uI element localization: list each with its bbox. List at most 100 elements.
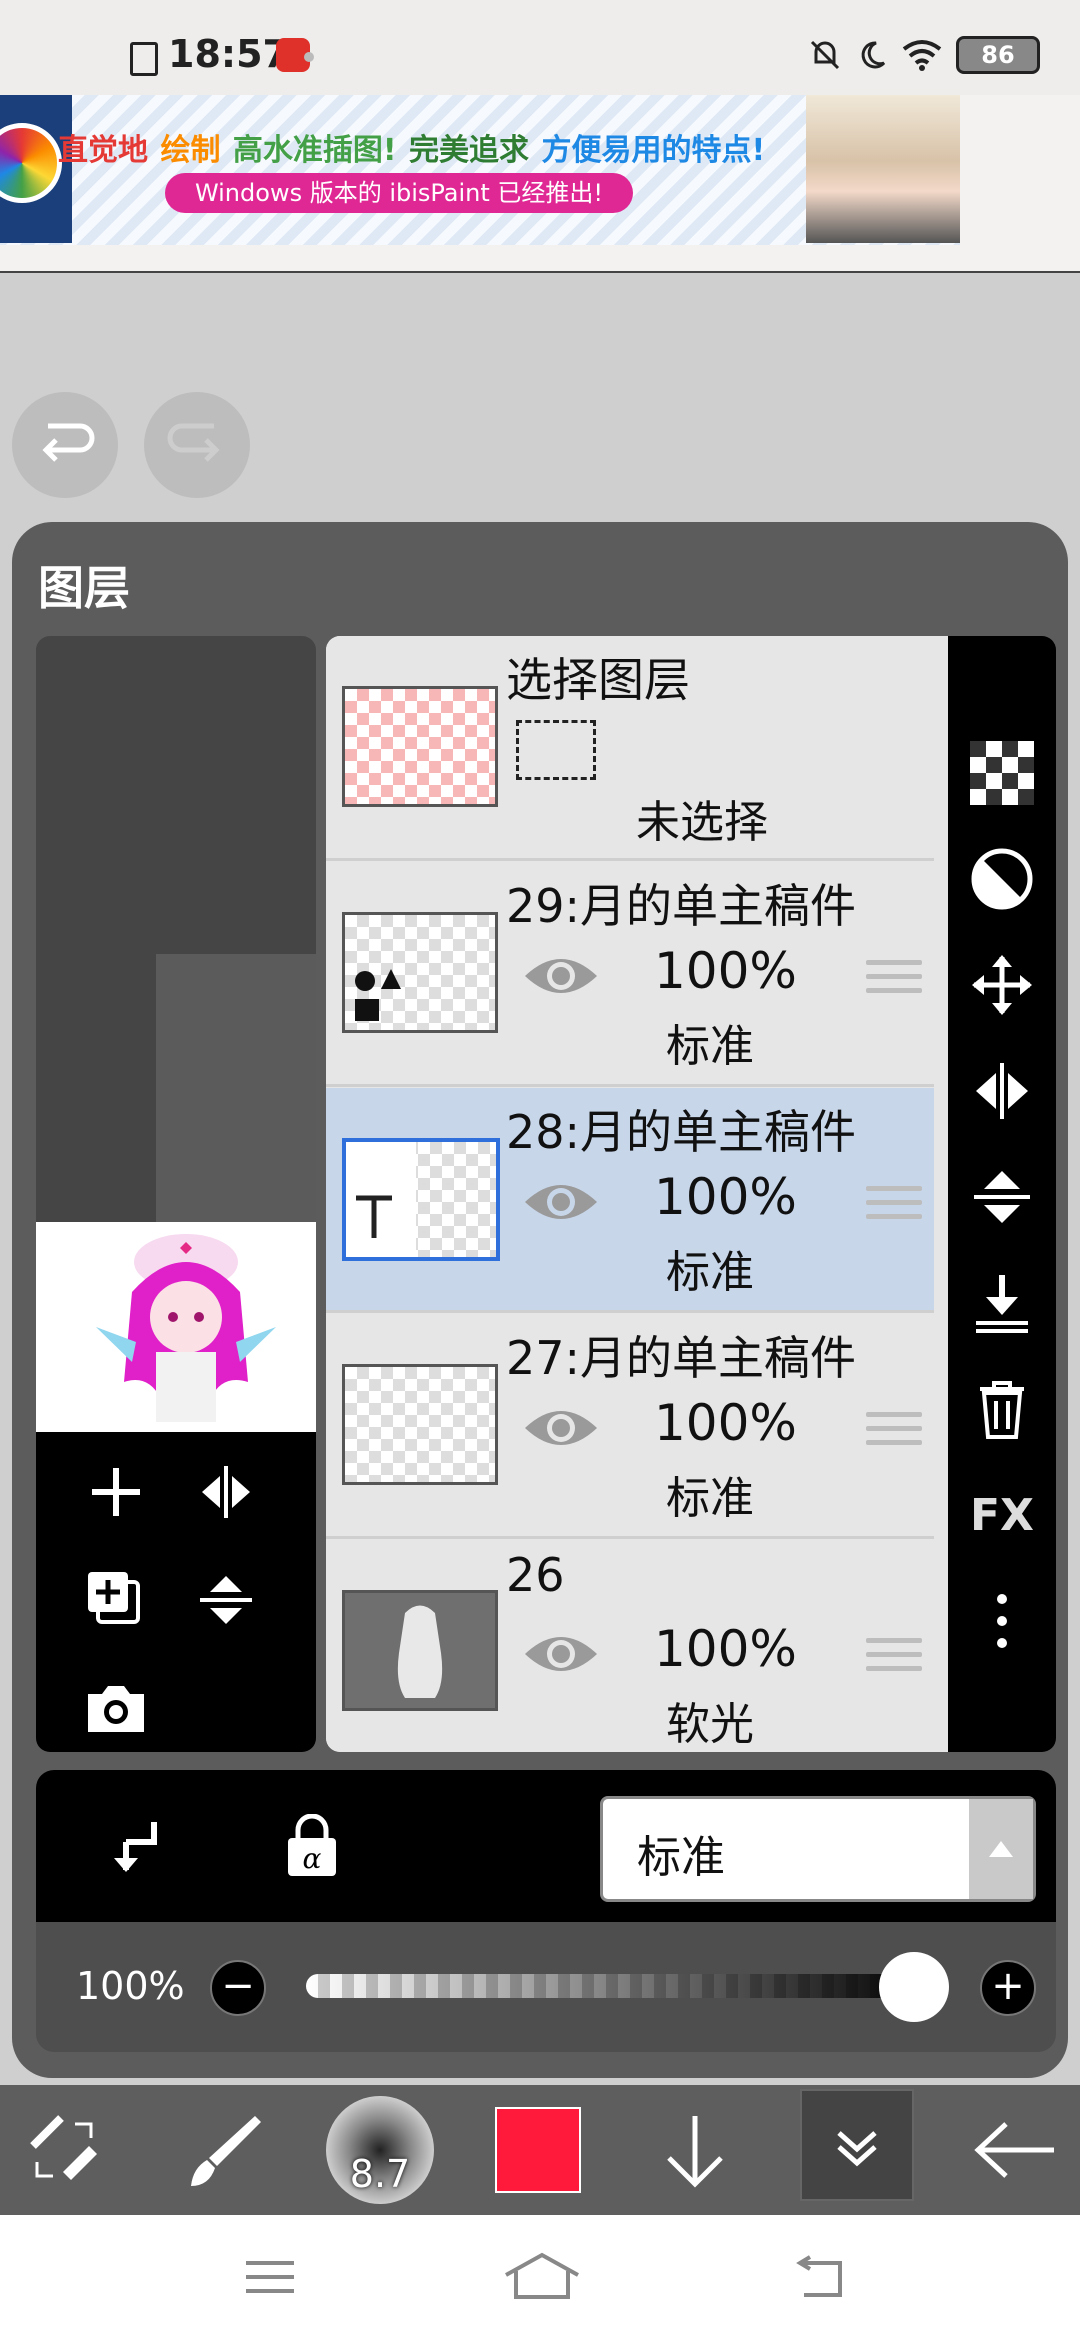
opacity-slider-knob[interactable]: [879, 1952, 949, 2022]
brush-size-button[interactable]: 8.7: [320, 2085, 440, 2215]
wifi-icon: [902, 40, 942, 71]
notification-dot-icon: [304, 52, 314, 62]
opacity-slider[interactable]: [306, 1974, 926, 1998]
duplicate-layer-button[interactable]: [76, 1560, 156, 1640]
flip-vertical-icon: [974, 1171, 1030, 1223]
plus-icon: [92, 1468, 140, 1516]
drag-handle-icon[interactable]: [866, 1412, 922, 1454]
layers-toggle-button[interactable]: [800, 2089, 914, 2201]
alpha-lock-button[interactable]: α: [262, 1796, 362, 1896]
home-icon: [505, 2252, 579, 2299]
layer-row[interactable]: 29:月的单主稿件 100% 标准: [326, 862, 934, 1087]
ad-headline-part: 方便易用的特点!: [541, 133, 766, 168]
invert-button[interactable]: [948, 844, 1056, 914]
home-button[interactable]: [500, 2249, 584, 2307]
layer-blend-mode: 软光: [666, 1699, 754, 1750]
fx-button[interactable]: FX: [948, 1480, 1056, 1550]
brush-eraser-swap-icon: [30, 2115, 97, 2180]
layer-row[interactable]: 26 100% 软光: [326, 1540, 934, 1752]
more-options-button[interactable]: [948, 1586, 1056, 1656]
layer-thumbnail: [342, 1138, 500, 1261]
banner-divider: [0, 271, 1080, 273]
selection-marquee-icon: [516, 720, 596, 780]
opacity-decrease-button[interactable]: −: [210, 1960, 266, 2016]
import-photo-button[interactable]: [76, 1668, 156, 1748]
status-icons: 86: [808, 36, 1040, 74]
flip-layer-horizontal-button[interactable]: [948, 1056, 1056, 1126]
layer-properties-bar: α 标准: [36, 1770, 1056, 1922]
recent-apps-button[interactable]: [240, 2255, 300, 2303]
noise-silhouette-icon: [345, 1593, 495, 1708]
ad-headline-part: 绘制: [160, 133, 221, 168]
ad-banner[interactable]: 直觉地 绘制 高水准插图! 完美追求 方便易用的特点! Windows 版本的 …: [0, 95, 1080, 273]
status-time: 18:57: [168, 32, 289, 76]
brush-tool-button[interactable]: [170, 2085, 280, 2215]
move-down-button[interactable]: [640, 2085, 750, 2215]
shapes-icon: [355, 969, 401, 1021]
flip-canvas-horizontal-button[interactable]: [186, 1452, 266, 1532]
flip-vertical-icon: [200, 1576, 252, 1624]
move-icon: [972, 955, 1032, 1015]
back-button[interactable]: [960, 2085, 1070, 2215]
add-layer-button[interactable]: [76, 1452, 156, 1532]
layer-opacity: 100%: [654, 1168, 797, 1226]
ad-pill[interactable]: Windows 版本的 ibisPaint 已经推出!: [165, 173, 633, 213]
drag-handle-icon[interactable]: [866, 1186, 922, 1228]
menu-icon: [246, 2261, 294, 2293]
preview-toolbar: [36, 1432, 316, 1752]
ad-character-image: [806, 95, 960, 243]
system-back-icon: [796, 2255, 842, 2297]
flip-horizontal-icon: [202, 1466, 250, 1518]
ad-banner-content[interactable]: 直觉地 绘制 高水准插图! 完美追求 方便易用的特点! Windows 版本的 …: [0, 95, 960, 245]
canvas-thumbnail[interactable]: [36, 1222, 316, 1432]
invert-icon: [971, 848, 1033, 910]
visibility-eye-icon[interactable]: [522, 952, 600, 1000]
selection-status: 未选择: [636, 797, 768, 848]
moon-icon: [861, 41, 886, 69]
panel-title: 图层: [38, 561, 130, 615]
move-button[interactable]: [948, 950, 1056, 1020]
dropdown-arrow-icon[interactable]: [969, 1799, 1033, 1899]
brush-size-value: 8.7: [349, 2152, 411, 2196]
layer-opacity: 100%: [654, 1620, 797, 1678]
system-nav-bar: [0, 2215, 1080, 2340]
color-picker-button[interactable]: [488, 2085, 588, 2215]
layer-row[interactable]: 27:月的单主稿件 100% 标准: [326, 1314, 934, 1539]
clipping-icon: [114, 1822, 157, 1872]
canvas-preview-column: [36, 636, 316, 1752]
ad-headline: 直觉地 绘制 高水准插图! 完美追求 方便易用的特点!: [58, 125, 767, 169]
alpha-lock-icon: α: [288, 1814, 336, 1876]
layer-thumbnail: [342, 1590, 498, 1711]
merge-down-button[interactable]: [948, 1268, 1056, 1338]
selection-layer-title: 选择图层: [506, 653, 690, 707]
tool-selection-button[interactable]: [10, 2085, 120, 2215]
visibility-eye-icon[interactable]: [522, 1630, 600, 1678]
ibispaint-logo: [0, 95, 72, 243]
drag-handle-icon[interactable]: [866, 960, 922, 1002]
blend-mode-value: 标准: [637, 1832, 725, 1883]
clipping-button[interactable]: [86, 1796, 186, 1896]
transparency-button[interactable]: [948, 738, 1056, 808]
visibility-eye-icon[interactable]: [522, 1404, 600, 1452]
redo-button[interactable]: [144, 392, 250, 498]
layer-name: 27:月的单主稿件: [506, 1331, 857, 1385]
opacity-increase-button[interactable]: +: [980, 1960, 1036, 2016]
blend-mode-select[interactable]: 标准: [600, 1796, 1036, 1902]
ad-headline-part: 完美追求: [409, 133, 530, 168]
layer-row-selected[interactable]: 28:月的单主稿件 100% 标准: [326, 1088, 934, 1313]
delete-layer-button[interactable]: [948, 1374, 1056, 1444]
camera-icon: [88, 1686, 144, 1732]
selection-layer-row[interactable]: 选择图层 未选择: [326, 636, 934, 861]
layer-tools-column: FX: [948, 636, 1056, 1752]
undo-button[interactable]: [12, 392, 118, 498]
layer-name: 26: [506, 1548, 565, 1602]
layer-list: 选择图层 未选择 29:月的单主稿件 100% 标准 28:月的单主稿件 100…: [326, 636, 948, 1752]
character-artwork: [96, 1234, 276, 1422]
visibility-eye-icon[interactable]: [522, 1178, 600, 1226]
flip-canvas-vertical-button[interactable]: [186, 1560, 266, 1640]
color-swatch: [495, 2107, 581, 2193]
system-back-button[interactable]: [790, 2253, 850, 2307]
drag-handle-icon[interactable]: [866, 1638, 922, 1680]
layer-blend-mode: 标准: [666, 1247, 754, 1298]
flip-layer-vertical-button[interactable]: [948, 1162, 1056, 1232]
